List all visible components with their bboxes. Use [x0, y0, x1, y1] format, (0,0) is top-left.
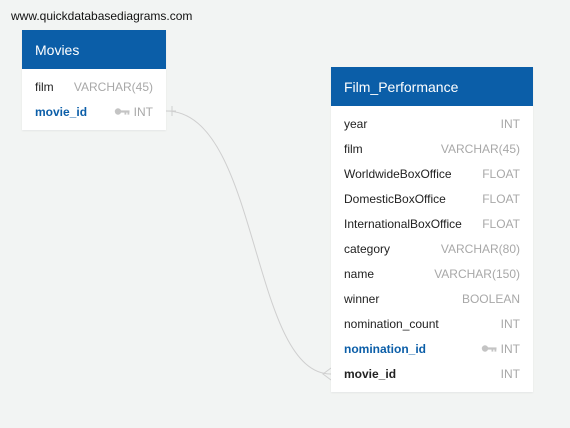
field-type: VARCHAR(45): [440, 142, 520, 156]
field-row-worldwide-box-office[interactable]: WorldwideBoxOffice FLOAT: [331, 161, 533, 186]
key-icon: [114, 108, 130, 115]
table-title: Movies: [35, 42, 80, 58]
field-name: WorldwideBoxOffice: [344, 167, 452, 181]
field-name: nomination_id: [344, 342, 426, 356]
field-row-category[interactable]: category VARCHAR(80): [331, 236, 533, 261]
field-name: film: [35, 80, 54, 94]
field-type: VARCHAR(80): [440, 242, 520, 256]
field-row-domestic-box-office[interactable]: DomesticBoxOffice FLOAT: [331, 186, 533, 211]
field-name: movie_id: [344, 367, 397, 381]
field-name: film: [344, 142, 363, 156]
field-row-year[interactable]: year INT: [331, 111, 533, 136]
key-icon: [481, 345, 497, 352]
field-type: FLOAT: [482, 192, 520, 206]
field-row-film[interactable]: film VARCHAR(45): [22, 74, 166, 99]
field-name: category: [344, 242, 391, 256]
field-name: winner: [344, 292, 380, 306]
field-name: name: [344, 267, 375, 281]
table-movies[interactable]: Movies film VARCHAR(45) movie_id INT: [22, 30, 166, 130]
field-type: BOOLEAN: [461, 292, 520, 306]
field-name: DomesticBoxOffice: [344, 192, 446, 206]
field-name: InternationalBoxOffice: [344, 217, 462, 231]
relationship-line: [165, 110, 332, 375]
field-row-name[interactable]: name VARCHAR(150): [331, 261, 533, 286]
field-row-nomination-count[interactable]: nomination_count INT: [331, 311, 533, 336]
field-row-international-box-office[interactable]: InternationalBoxOffice FLOAT: [331, 211, 533, 236]
field-row-winner[interactable]: winner BOOLEAN: [331, 286, 533, 311]
field-name: year: [344, 117, 368, 131]
field-name: movie_id: [35, 105, 88, 119]
field-type: INT: [500, 342, 520, 356]
field-type: VARCHAR(150): [434, 267, 520, 281]
field-type: INT: [133, 105, 153, 119]
field-type: FLOAT: [482, 217, 520, 231]
field-row-movie-id[interactable]: movie_id INT: [331, 361, 533, 386]
table-header[interactable]: Film_Performance: [331, 67, 533, 106]
table-title: Film_Performance: [344, 79, 459, 95]
field-type: VARCHAR(45): [73, 80, 153, 94]
field-type: INT: [500, 317, 520, 331]
table-header[interactable]: Movies: [22, 30, 166, 69]
field-type: INT: [500, 367, 520, 381]
field-type: FLOAT: [482, 167, 520, 181]
field-type: INT: [500, 117, 520, 131]
field-row-movie-id[interactable]: movie_id INT: [22, 99, 166, 124]
field-row-nomination-id[interactable]: nomination_id INT: [331, 336, 533, 361]
field-row-film[interactable]: film VARCHAR(45): [331, 136, 533, 161]
table-film-performance[interactable]: Film_Performance year INT film VARCHAR(4…: [331, 67, 533, 392]
field-name: nomination_count: [344, 317, 439, 331]
